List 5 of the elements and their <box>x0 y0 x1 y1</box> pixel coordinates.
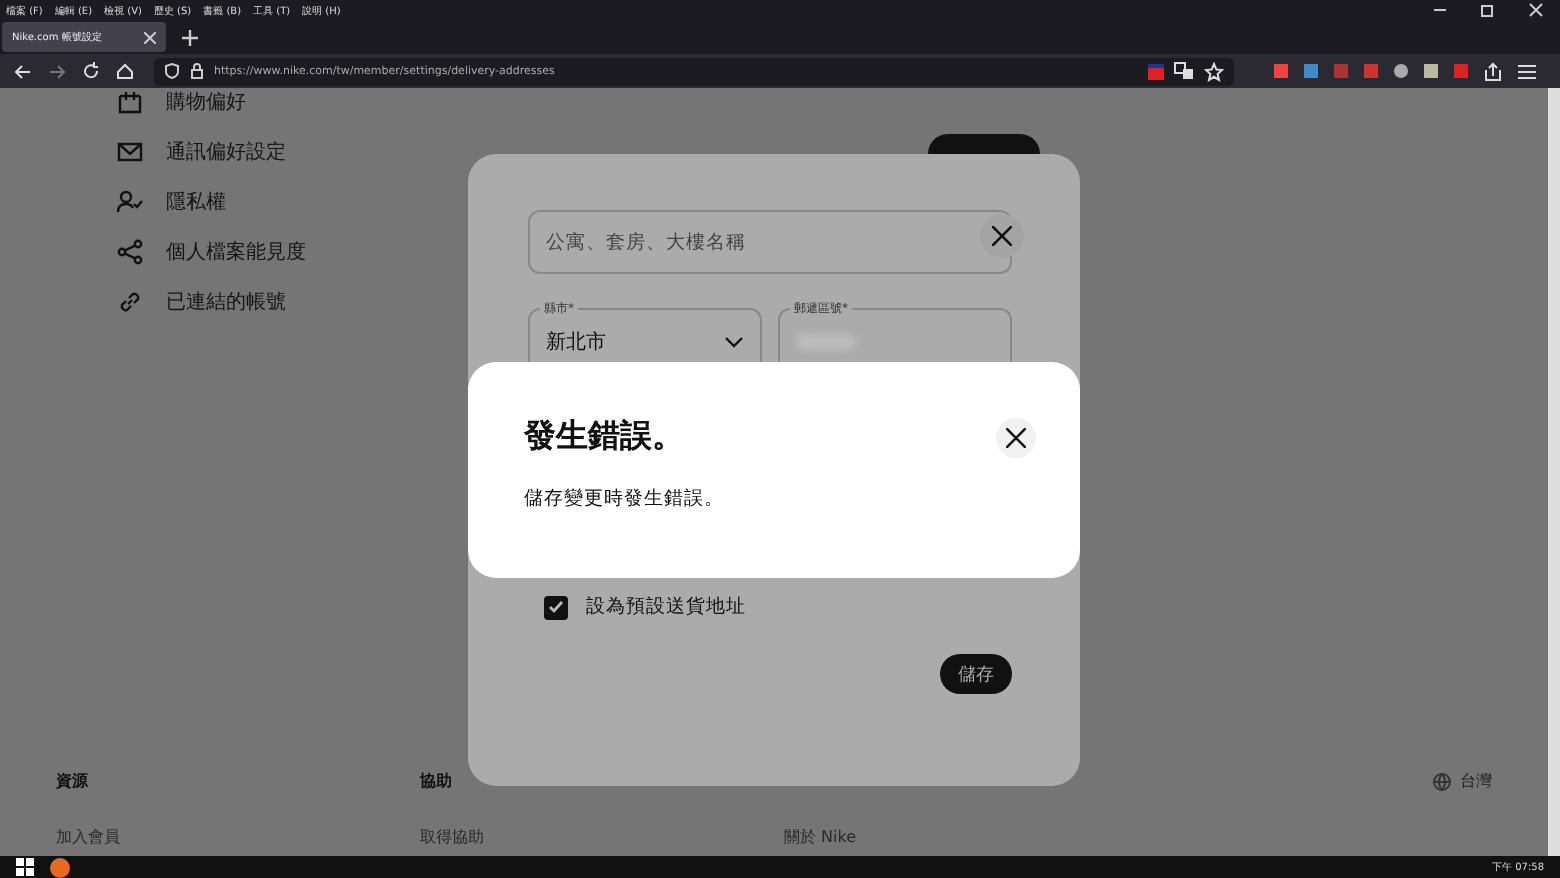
footer-heading: 協助 <box>420 770 454 792</box>
dialog-title: 發生錯誤。 <box>524 416 684 458</box>
footer-heading: 資源 <box>56 770 90 792</box>
error-message: 儲存變更時發生錯誤。 <box>524 486 726 512</box>
checkbox-label: 設為預設送貨地址 <box>586 594 746 620</box>
